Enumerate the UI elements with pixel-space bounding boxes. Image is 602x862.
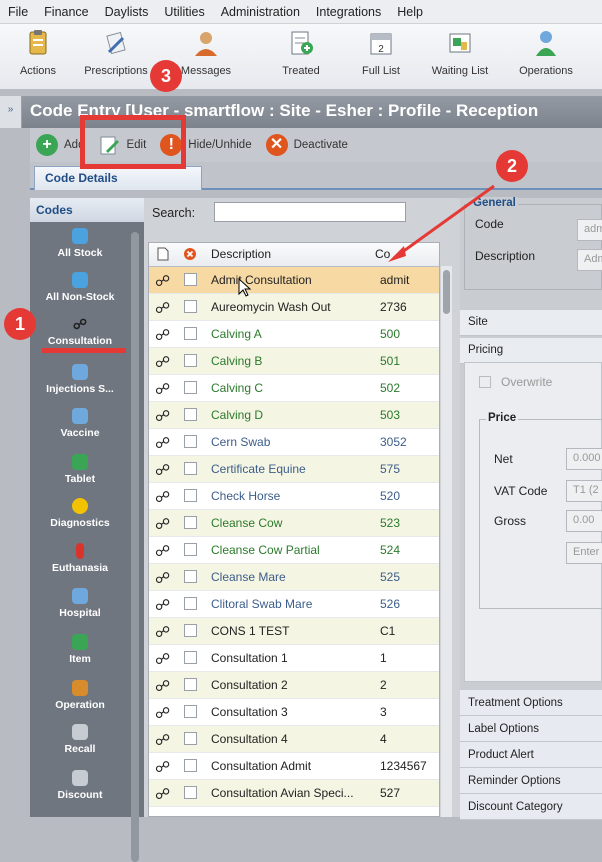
- mouse-cursor-icon: [238, 278, 252, 297]
- step-2-arrow: [388, 184, 495, 262]
